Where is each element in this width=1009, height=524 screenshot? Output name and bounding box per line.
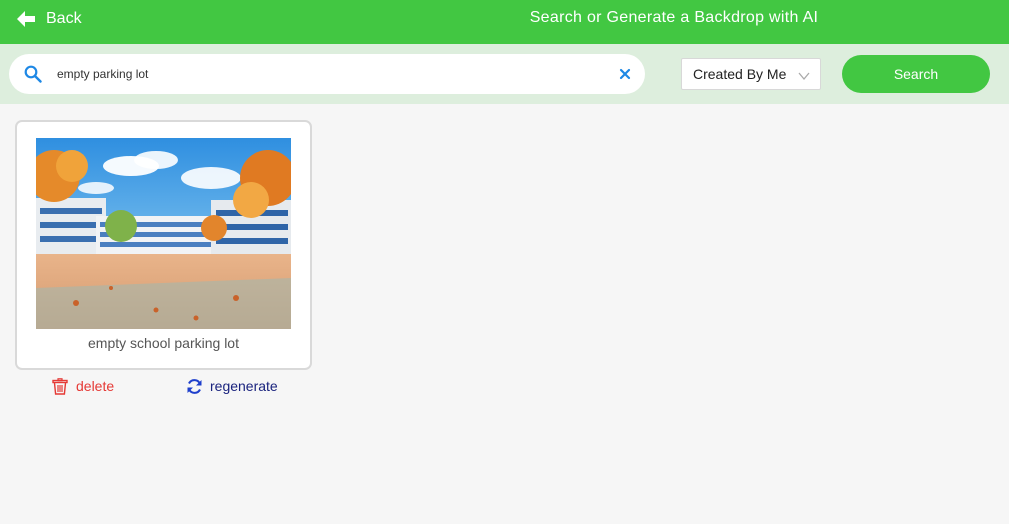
delete-label: delete [76,378,115,394]
search-input[interactable] [57,63,597,85]
close-icon[interactable] [618,67,632,81]
backdrop-thumbnail [36,138,291,329]
trash-icon [52,377,70,395]
search-box [9,54,645,94]
filter-selected-value: Created By Me [693,66,787,82]
search-icon [24,65,42,83]
refresh-icon [186,377,204,395]
backdrop-caption: empty school parking lot [88,335,239,351]
search-toolbar: Created By Me Search [0,44,1009,104]
page-title: Search or Generate a Backdrop with AI [529,9,819,26]
chevron-down-icon [798,69,810,81]
back-button[interactable]: Back [16,8,82,30]
arrow-left-icon [16,8,38,30]
search-button[interactable]: Search [842,55,990,93]
delete-button[interactable]: delete [52,376,114,396]
back-label: Back [46,10,82,27]
regenerate-label: regenerate [210,378,278,394]
backdrop-card[interactable]: empty school parking lot [15,120,312,370]
creator-filter-select[interactable]: Created By Me [681,58,821,90]
regenerate-button[interactable]: regenerate [186,376,278,396]
top-bar: Back Search or Generate a Backdrop with … [0,0,1009,44]
